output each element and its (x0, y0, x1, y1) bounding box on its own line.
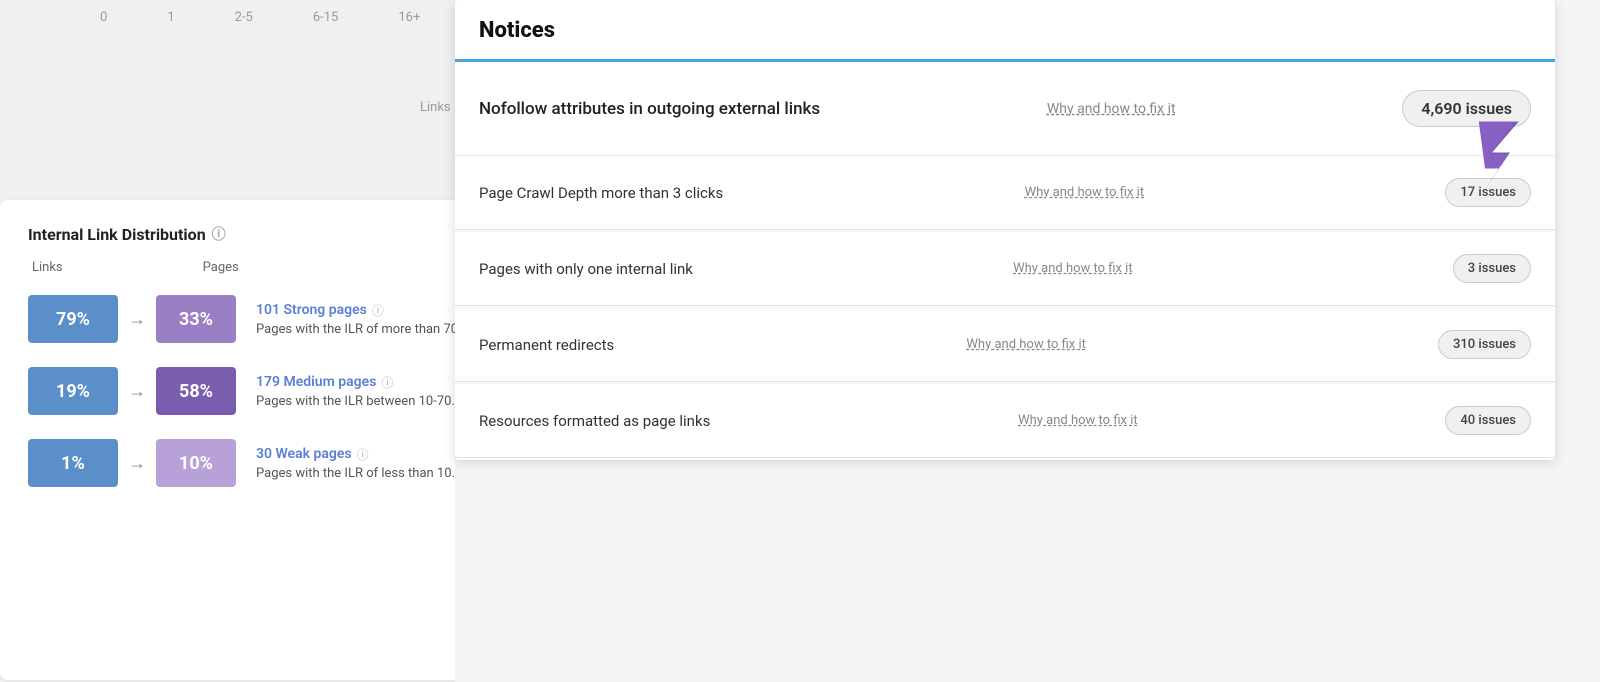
col-pages-label: Pages (203, 260, 239, 275)
notice-item-1: Pages with only one internal link Why an… (455, 232, 1555, 306)
axis-label-3: 6-15 (313, 10, 339, 25)
bar-right-0: 33% (156, 295, 236, 343)
notice-item-badge-3[interactable]: 40 issues (1445, 406, 1531, 435)
links-axis-label: Links (420, 100, 451, 115)
row-content-2: 30 Weak pages ⓘ Pages with the ILR of le… (256, 446, 455, 481)
notices-modal: Notices Nofollow attributes in outgoing … (455, 0, 1555, 460)
notice-item-text-1: Pages with only one internal link (479, 260, 693, 278)
arrow-icon-0: → (128, 309, 146, 330)
arrow-icon-1: → (128, 381, 146, 402)
row-info-icon-0[interactable]: ⓘ (372, 302, 384, 319)
purple-arrow-icon (1471, 117, 1531, 197)
nofollow-fix-link[interactable]: Why and how to fix it (1047, 101, 1176, 117)
right-panel: Notices Nofollow attributes in outgoing … (455, 0, 1600, 682)
row-content-0: 101 Strong pages ⓘ Pages with the ILR of… (256, 302, 462, 337)
chart-axis-labels: 0 1 2-5 6-15 16+ (100, 10, 420, 25)
row-content-1: 179 Medium pages ⓘ Pages with the ILR be… (256, 374, 455, 409)
notices-title: Notices (479, 18, 1531, 43)
row-title-1[interactable]: 179 Medium pages ⓘ (256, 374, 455, 391)
notices-header: Notices (455, 0, 1555, 62)
notice-item-badge-2[interactable]: 310 issues (1438, 330, 1531, 359)
notice-item-text-0: Page Crawl Depth more than 3 clicks (479, 184, 723, 202)
notice-item-text-2: Permanent redirects (479, 336, 614, 354)
notice-item-link-1[interactable]: Why and how to fix it (1013, 261, 1133, 276)
bar-right-1: 58% (156, 367, 236, 415)
notice-row-nofollow: Nofollow attributes in outgoing external… (455, 62, 1555, 156)
notice-item-link-3[interactable]: Why and how to fix it (1018, 413, 1138, 428)
notice-item-0: Page Crawl Depth more than 3 clicks Why … (455, 156, 1555, 230)
notice-item-text-3: Resources formatted as page links (479, 412, 710, 430)
notice-item-2: Permanent redirects Why and how to fix i… (455, 308, 1555, 382)
row-info-icon-1[interactable]: ⓘ (381, 374, 393, 391)
row-desc-0: Pages with the ILR of more than 70. (256, 322, 462, 337)
notice-item-link-2[interactable]: Why and how to fix it (966, 337, 1086, 352)
arrow-icon-2: → (128, 453, 146, 474)
axis-label-0: 0 (100, 10, 107, 25)
ild-info-icon[interactable]: ⓘ (212, 224, 226, 244)
axis-label-2: 2-5 (235, 10, 253, 25)
bar-right-2: 10% (156, 439, 236, 487)
row-title-0[interactable]: 101 Strong pages ⓘ (256, 302, 462, 319)
row-info-icon-2[interactable]: ⓘ (357, 446, 369, 463)
notice-item-badge-1[interactable]: 3 issues (1453, 254, 1531, 283)
row-desc-2: Pages with the ILR of less than 10. (256, 466, 455, 481)
bar-left-0: 79% (28, 295, 118, 343)
col-links-label: Links (32, 260, 63, 275)
row-title-2[interactable]: 30 Weak pages ⓘ (256, 446, 455, 463)
row-desc-1: Pages with the ILR between 10-70. (256, 394, 455, 409)
notices-list: Page Crawl Depth more than 3 clicks Why … (455, 156, 1555, 458)
nofollow-notice-text: Nofollow attributes in outgoing external… (479, 99, 820, 119)
axis-label-4: 16+ (398, 10, 420, 25)
bar-left-1: 19% (28, 367, 118, 415)
notice-item-link-0[interactable]: Why and how to fix it (1025, 185, 1145, 200)
notice-item-3: Resources formatted as page links Why an… (455, 384, 1555, 458)
axis-label-1: 1 (167, 10, 174, 25)
bar-left-2: 1% (28, 439, 118, 487)
